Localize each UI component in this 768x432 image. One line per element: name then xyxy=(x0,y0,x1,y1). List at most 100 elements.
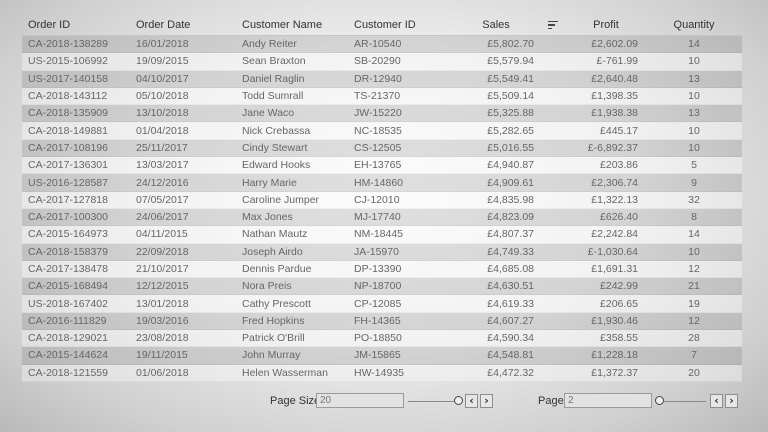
page-size-slider-track[interactable] xyxy=(408,401,456,402)
cell-customer-name: Nick Crebassa xyxy=(242,124,311,137)
cell-profit: £-1,030.64 xyxy=(587,245,638,258)
sort-cell xyxy=(536,20,570,30)
cell-quantity: 10 xyxy=(688,141,700,154)
cell-customer-id: HM-14860 xyxy=(354,176,404,189)
header-customer-id[interactable]: Customer ID xyxy=(348,19,458,31)
cell-order-id: CA-2017-138478 xyxy=(28,263,108,275)
table-header: Order ID Order Date Customer Name Custom… xyxy=(22,15,742,36)
table-row[interactable]: US-2018-167402 13/01/2018 Cathy Prescott CP… xyxy=(22,295,742,313)
cell-customer-id: CS-12505 xyxy=(354,141,402,154)
cell-order-id: CA-2015-144624 xyxy=(28,349,108,362)
cell-order-date: 19/09/2015 xyxy=(136,55,189,68)
cell-profit: £1,691.31 xyxy=(591,263,638,275)
table-row[interactable]: CA-2018-129021 23/08/2018 Patrick O'Brill P… xyxy=(22,330,742,348)
cell-sales: £4,940.87 xyxy=(487,159,534,172)
cell-sales: £5,549.41 xyxy=(487,72,534,85)
sort-descending-icon[interactable] xyxy=(548,20,558,30)
cell-quantity: 12 xyxy=(688,314,700,327)
table-row[interactable]: CA-2016-111829 19/03/2016 Fred Hopkins FH-1… xyxy=(22,312,742,331)
page-size-slider-handle[interactable] xyxy=(454,396,463,405)
cell-sales: £5,579.94 xyxy=(487,55,534,68)
cell-profit: £-6,892.37 xyxy=(587,141,638,154)
pager: Page Size 20 ‹ › Page 2 ‹ › xyxy=(0,392,768,412)
header-order-id[interactable]: Order ID xyxy=(22,19,130,31)
cell-order-date: 05/10/2018 xyxy=(136,90,189,103)
table-row[interactable]: US-2015-106992 19/09/2015 Sean Braxton SB-2… xyxy=(22,53,742,71)
chevron-left-icon[interactable]: ‹ xyxy=(465,394,478,408)
page-slider-track[interactable] xyxy=(664,401,706,402)
page-size-input[interactable]: 20 xyxy=(316,393,404,408)
page-input[interactable]: 2 xyxy=(564,393,652,408)
header-quantity[interactable]: Quantity xyxy=(642,19,742,31)
cell-customer-name: Joseph Airdo xyxy=(242,245,303,258)
cell-sales: £5,509.14 xyxy=(487,90,534,103)
cell-order-id: US-2016-128587 xyxy=(28,176,108,189)
cell-order-date: 04/10/2017 xyxy=(136,72,189,85)
cell-quantity: 13 xyxy=(688,72,700,85)
chevron-right-icon[interactable]: › xyxy=(725,394,738,408)
page-slider-handle[interactable] xyxy=(655,396,664,405)
cell-profit: £1,322.13 xyxy=(591,193,638,206)
table-row[interactable]: US-2017-140158 04/10/2017 Daniel Raglin DR-… xyxy=(22,70,742,88)
cell-quantity: 14 xyxy=(688,228,700,241)
chevron-left-icon[interactable]: ‹ xyxy=(710,394,723,408)
cell-quantity: 7 xyxy=(691,349,697,362)
table-row[interactable]: US-2016-128587 24/12/2016 Harry Marie HM-14… xyxy=(22,174,742,192)
cell-order-date: 23/08/2018 xyxy=(136,332,189,345)
header-order-date[interactable]: Order Date xyxy=(130,19,236,31)
table-row[interactable]: CA-2018-135909 13/10/2018 Jane Waco JW-1522… xyxy=(22,105,742,123)
table-row[interactable]: CA-2015-164973 04/11/2015 Nathan Mautz NM-1… xyxy=(22,226,742,244)
cell-customer-id: JM-15865 xyxy=(354,349,401,362)
table-row[interactable]: CA-2018-121559 01/06/2018 Helen Wasserman H… xyxy=(22,364,742,382)
cell-order-id: CA-2016-111829 xyxy=(28,314,107,327)
cell-quantity: 13 xyxy=(688,107,700,120)
cell-order-date: 04/11/2015 xyxy=(136,228,188,241)
table-row[interactable]: CA-2018-149881 01/04/2018 Nick Crebassa NC-… xyxy=(22,122,742,140)
cell-customer-name: Nathan Mautz xyxy=(242,228,308,241)
cell-quantity: 12 xyxy=(688,263,700,275)
cell-sales: £4,472.32 xyxy=(487,366,534,379)
header-sales[interactable]: Sales xyxy=(458,19,536,31)
table-row[interactable]: CA-2017-136301 13/03/2017 Edward Hooks EH-1… xyxy=(22,157,742,175)
page-label: Page xyxy=(538,395,564,407)
cell-customer-name: Andy Reiter xyxy=(242,38,297,51)
header-customer-name[interactable]: Customer Name xyxy=(236,19,348,31)
table-row[interactable]: CA-2017-138478 21/10/2017 Dennis Pardue DP-… xyxy=(22,260,742,279)
cell-sales: £4,619.33 xyxy=(487,297,534,310)
cell-order-id: US-2015-106992 xyxy=(28,55,108,68)
cell-customer-name: Caroline Jumper xyxy=(242,193,320,206)
cell-profit: £445.17 xyxy=(600,124,638,137)
cell-order-id: CA-2015-168494 xyxy=(28,280,108,293)
cell-order-id: CA-2017-100300 xyxy=(28,211,108,224)
table-row[interactable]: CA-2018-158379 22/09/2018 Joseph Airdo JA-1… xyxy=(22,243,742,261)
cell-order-date: 24/12/2016 xyxy=(136,176,189,189)
table-row[interactable]: CA-2018-143112 05/10/2018 Todd Sumrall TS-2… xyxy=(22,87,742,106)
cell-customer-id: TS-21370 xyxy=(354,90,401,103)
chevron-right-icon[interactable]: › xyxy=(480,394,493,408)
cell-profit: £242.99 xyxy=(600,280,638,293)
table-row[interactable]: CA-2018-138289 16/01/2018 Andy Reiter AR-10… xyxy=(22,36,742,54)
cell-quantity: 8 xyxy=(691,211,697,224)
cell-customer-id: MJ-17740 xyxy=(354,211,401,224)
cell-sales: £5,016.55 xyxy=(487,141,534,154)
cell-quantity: 10 xyxy=(688,55,700,68)
cell-order-date: 25/11/2017 xyxy=(136,141,188,154)
cell-customer-name: Cathy Prescott xyxy=(242,297,311,310)
cell-sales: £4,548.81 xyxy=(487,349,534,362)
cell-customer-id: FH-14365 xyxy=(354,314,401,327)
cell-profit: £206.65 xyxy=(600,297,638,310)
table-row[interactable]: CA-2017-108196 25/11/2017 Cindy Stewart CS-… xyxy=(22,139,742,158)
cell-customer-id: PO-18850 xyxy=(354,332,402,345)
cell-order-date: 13/01/2018 xyxy=(136,297,189,310)
cell-profit: £626.40 xyxy=(600,211,638,224)
table-row[interactable]: CA-2015-144624 19/11/2015 John Murray JM-15… xyxy=(22,347,742,365)
cell-sales: £5,282.65 xyxy=(487,124,534,137)
cell-order-date: 16/01/2018 xyxy=(136,38,189,51)
table-row[interactable]: CA-2015-168494 12/12/2015 Nora Preis NP-187… xyxy=(22,278,742,296)
cell-order-id: US-2017-140158 xyxy=(28,72,108,85)
cell-profit: £203.86 xyxy=(600,159,638,172)
header-profit[interactable]: Profit xyxy=(570,19,642,31)
table-row[interactable]: CA-2017-127818 07/05/2017 Caroline Jumper C… xyxy=(22,191,742,209)
table-row[interactable]: CA-2017-100300 24/06/2017 Max Jones MJ-1774… xyxy=(22,208,742,227)
cell-order-date: 21/10/2017 xyxy=(136,263,189,275)
